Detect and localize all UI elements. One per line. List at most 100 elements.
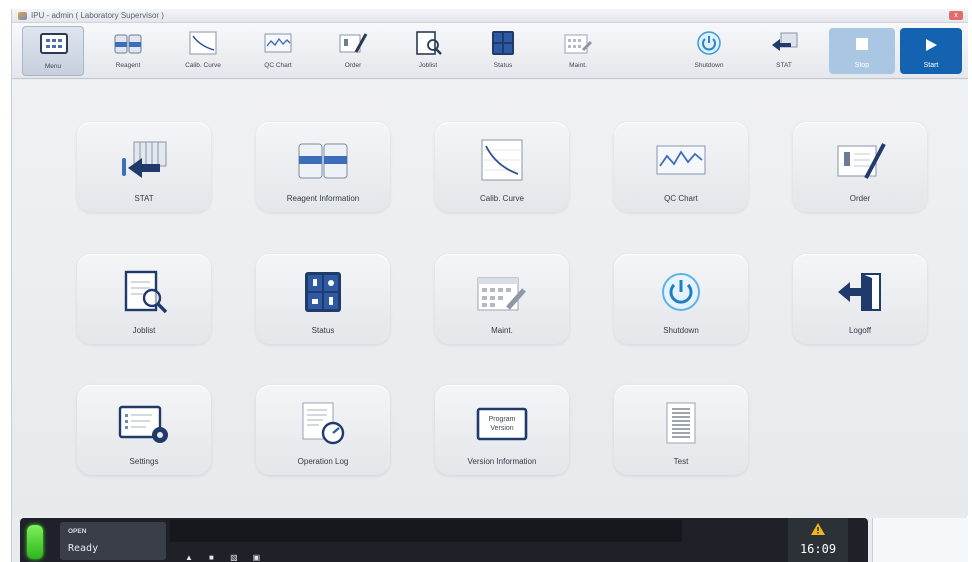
calib-curve-icon — [189, 31, 217, 55]
close-button[interactable]: x — [949, 11, 963, 20]
menu-tile-calib-curve-label: Calib. Curve — [479, 194, 524, 203]
application-window: IPU - admin ( Laboratory Supervisor ) x … — [11, 9, 968, 562]
menu-tile-reagent-information[interactable]: Reagent Information — [256, 122, 390, 212]
toolbar-order-button[interactable]: Order — [322, 26, 384, 76]
toolbar-stat-label: STAT — [776, 62, 792, 69]
app-icon — [18, 12, 27, 20]
stop-icon — [856, 38, 868, 50]
calib-curve-icon — [481, 139, 523, 181]
menu-panel: STAT Reagent Information Calib. Curve QC… — [12, 80, 968, 516]
menu-tile-shutdown-label: Shutdown — [663, 326, 699, 335]
stat-icon — [122, 141, 167, 178]
toolbar-status-label: Status — [493, 62, 513, 69]
menu-icon — [40, 33, 68, 54]
version-icon-text-2: Version — [490, 425, 513, 432]
menu-tile-test[interactable]: Test — [614, 385, 748, 475]
status-side-panel — [872, 518, 968, 562]
shutdown-icon — [697, 31, 721, 55]
status-bar: OPEN Ready ▲ ■ ▧ ▣ 16:09 — [20, 518, 868, 562]
menu-tile-settings-label: Settings — [129, 457, 159, 466]
unit-status-icons: ▲ ■ ▧ ▣ — [183, 547, 268, 562]
status-panel[interactable]: OPEN Ready — [60, 522, 166, 560]
order-icon — [837, 143, 886, 179]
menu-tile-test-label: Test — [673, 457, 689, 466]
title-bar: IPU - admin ( Laboratory Supervisor ) x — [12, 9, 968, 23]
message-area — [170, 520, 682, 542]
test-icon — [666, 402, 696, 444]
ready-led — [27, 525, 43, 559]
stop-button[interactable]: Stop — [829, 28, 895, 74]
toolbar-shutdown-label: Shutdown — [694, 62, 724, 69]
operation-log-icon — [302, 402, 345, 445]
toolbar-shutdown-button[interactable]: Shutdown — [678, 26, 740, 76]
toolbar-calib-curve-button[interactable]: Calib. Curve — [172, 26, 234, 76]
menu-tile-operation-log[interactable]: Operation Log — [256, 385, 390, 475]
shutdown-icon — [662, 273, 700, 311]
toolbar-menu-label: Menu — [44, 63, 62, 70]
menu-tile-joblist[interactable]: Joblist — [77, 254, 211, 344]
menu-tile-reagent-information-label: Reagent Information — [286, 194, 360, 203]
version-info-icon: Program Version — [476, 407, 528, 441]
logoff-icon — [838, 273, 881, 311]
toolbar-status-button[interactable]: Status — [472, 26, 534, 76]
clock: 16:09 — [799, 542, 837, 556]
menu-tile-maint[interactable]: Maint. — [435, 254, 569, 344]
menu-tile-status[interactable]: Status — [256, 254, 390, 344]
menu-tile-maint-label: Maint. — [491, 326, 513, 335]
system-state: Ready — [68, 543, 99, 554]
start-label: Start — [923, 62, 939, 69]
settings-icon — [118, 405, 168, 443]
menu-tile-operation-log-label: Operation Log — [297, 457, 349, 466]
toolbar-stat-button[interactable]: STAT — [753, 26, 815, 76]
menu-tile-order-label: Order — [849, 194, 871, 203]
joblist-icon — [124, 270, 168, 314]
start-button[interactable]: Start — [900, 28, 962, 74]
reagent-icon — [298, 143, 348, 179]
toolbar-maint-label: Maint. — [569, 62, 587, 69]
version-icon-text-1: Program — [489, 416, 516, 423]
maint-icon — [564, 34, 593, 54]
menu-tile-logoff-label: Logoff — [848, 326, 872, 335]
rack-unit-icon[interactable]: ▧ — [228, 552, 240, 562]
menu-tile-qc-chart-label: QC Chart — [664, 194, 698, 203]
menu-tile-stat[interactable]: STAT — [77, 122, 211, 212]
menu-tile-joblist-label: Joblist — [132, 326, 156, 335]
menu-tile-settings[interactable]: Settings — [77, 385, 211, 475]
menu-tile-calib-curve[interactable]: Calib. Curve — [435, 122, 569, 212]
status-icon — [492, 31, 514, 55]
toolbar-reagent-button[interactable]: Reagent — [97, 26, 159, 76]
toolbar-joblist-label: Joblist — [418, 62, 438, 69]
menu-tile-version-information[interactable]: Program Version Version Information — [435, 385, 569, 475]
toolbar-reagent-label: Reagent — [115, 62, 141, 69]
window-title: IPU - admin ( Laboratory Supervisor ) — [31, 11, 164, 20]
toolbar-menu-button[interactable]: Menu — [22, 26, 84, 76]
stop-label: Stop — [854, 62, 870, 69]
joblist-icon — [416, 31, 442, 55]
toolbar-qc-chart-button[interactable]: QC Chart — [247, 26, 309, 76]
warning-icon — [811, 523, 825, 535]
door-status: OPEN — [68, 528, 87, 535]
stat-icon — [772, 32, 798, 51]
toolbar-order-label: Order — [344, 62, 362, 69]
menu-tile-status-label: Status — [311, 326, 335, 335]
menu-tile-qc-chart[interactable]: QC Chart — [614, 122, 748, 212]
toolbar: Menu Reagent Calib. Curve QC Chart Order… — [12, 23, 968, 79]
reagent-icon — [114, 34, 142, 54]
reagent-unit-icon[interactable]: ▲ — [183, 552, 195, 562]
printer-unit-icon[interactable]: ▣ — [250, 552, 262, 562]
order-icon — [339, 33, 368, 53]
qc-chart-icon — [264, 33, 292, 53]
play-icon — [926, 39, 937, 51]
status-icon — [305, 272, 341, 312]
sample-unit-icon[interactable]: ■ — [205, 552, 217, 562]
alarm-panel[interactable]: 16:09 — [788, 518, 848, 562]
menu-tile-stat-label: STAT — [134, 194, 154, 203]
qc-chart-icon — [656, 145, 706, 175]
toolbar-maint-button[interactable]: Maint. — [547, 26, 609, 76]
menu-tile-order[interactable]: Order — [793, 122, 927, 212]
menu-tile-shutdown[interactable]: Shutdown — [614, 254, 748, 344]
toolbar-calib-curve-label: Calib. Curve — [185, 62, 221, 69]
menu-tile-version-information-label: Version Information — [467, 457, 537, 466]
toolbar-joblist-button[interactable]: Joblist — [397, 26, 459, 76]
menu-tile-logoff[interactable]: Logoff — [793, 254, 927, 344]
